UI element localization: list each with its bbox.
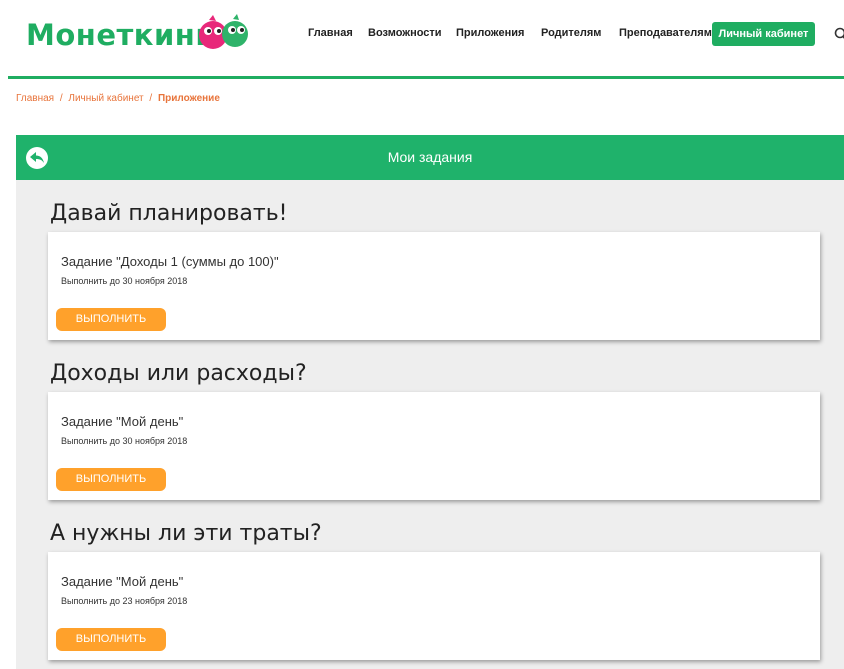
breadcrumb-separator: / [59, 93, 63, 104]
task-name: Задание "Мой день" [61, 414, 184, 429]
nav-item-parents[interactable]: Родителям [541, 27, 601, 39]
breadcrumb-separator: / [149, 93, 153, 104]
back-arrow-icon[interactable] [25, 146, 49, 170]
task-due-date: Выполнить до 30 ноября 2018 [61, 276, 188, 286]
nav-item-home[interactable]: Главная [308, 27, 353, 39]
do-task-button[interactable]: ВЫПОЛНИТЬ [56, 628, 166, 651]
nav-item-apps[interactable]: Приложения [456, 27, 524, 39]
header-divider [8, 76, 844, 79]
task-card: Задание "Мой день" Выполнить до 23 ноябр… [48, 552, 820, 660]
search-icon[interactable] [834, 27, 844, 41]
breadcrumb-cabinet[interactable]: Личный кабинет [68, 93, 143, 104]
main-nav: Главная Возможности Приложения Родителям… [0, 22, 844, 48]
task-due-date: Выполнить до 23 ноября 2018 [61, 596, 188, 606]
nav-item-teachers[interactable]: Преподавателям [619, 27, 712, 39]
breadcrumb-home[interactable]: Главная [16, 93, 54, 104]
section-title: Доходы или расходы? [50, 361, 307, 386]
panel-header: Мои задания [16, 135, 844, 180]
section-title: А нужны ли эти траты? [50, 521, 322, 546]
breadcrumb: Главная / Личный кабинет / Приложение [16, 93, 220, 104]
app-panel: Мои задания Давай планировать! Задание "… [16, 135, 844, 669]
account-button[interactable]: Личный кабинет [712, 22, 815, 46]
nav-item-features[interactable]: Возможности [368, 27, 442, 39]
site-header: Монеткины Главная Возможности Приложения… [0, 0, 844, 79]
task-due-date: Выполнить до 30 ноября 2018 [61, 436, 188, 446]
do-task-button[interactable]: ВЫПОЛНИТЬ [56, 468, 166, 491]
task-name: Задание "Доходы 1 (суммы до 100)" [61, 254, 279, 269]
do-task-button[interactable]: ВЫПОЛНИТЬ [56, 308, 166, 331]
section-title: Давай планировать! [50, 201, 288, 226]
task-name: Задание "Мой день" [61, 574, 184, 589]
panel-title: Мои задания [387, 149, 473, 165]
breadcrumb-current: Приложение [157, 93, 220, 104]
task-card: Задание "Мой день" Выполнить до 30 ноябр… [48, 392, 820, 500]
task-card: Задание "Доходы 1 (суммы до 100)" Выполн… [48, 232, 820, 340]
